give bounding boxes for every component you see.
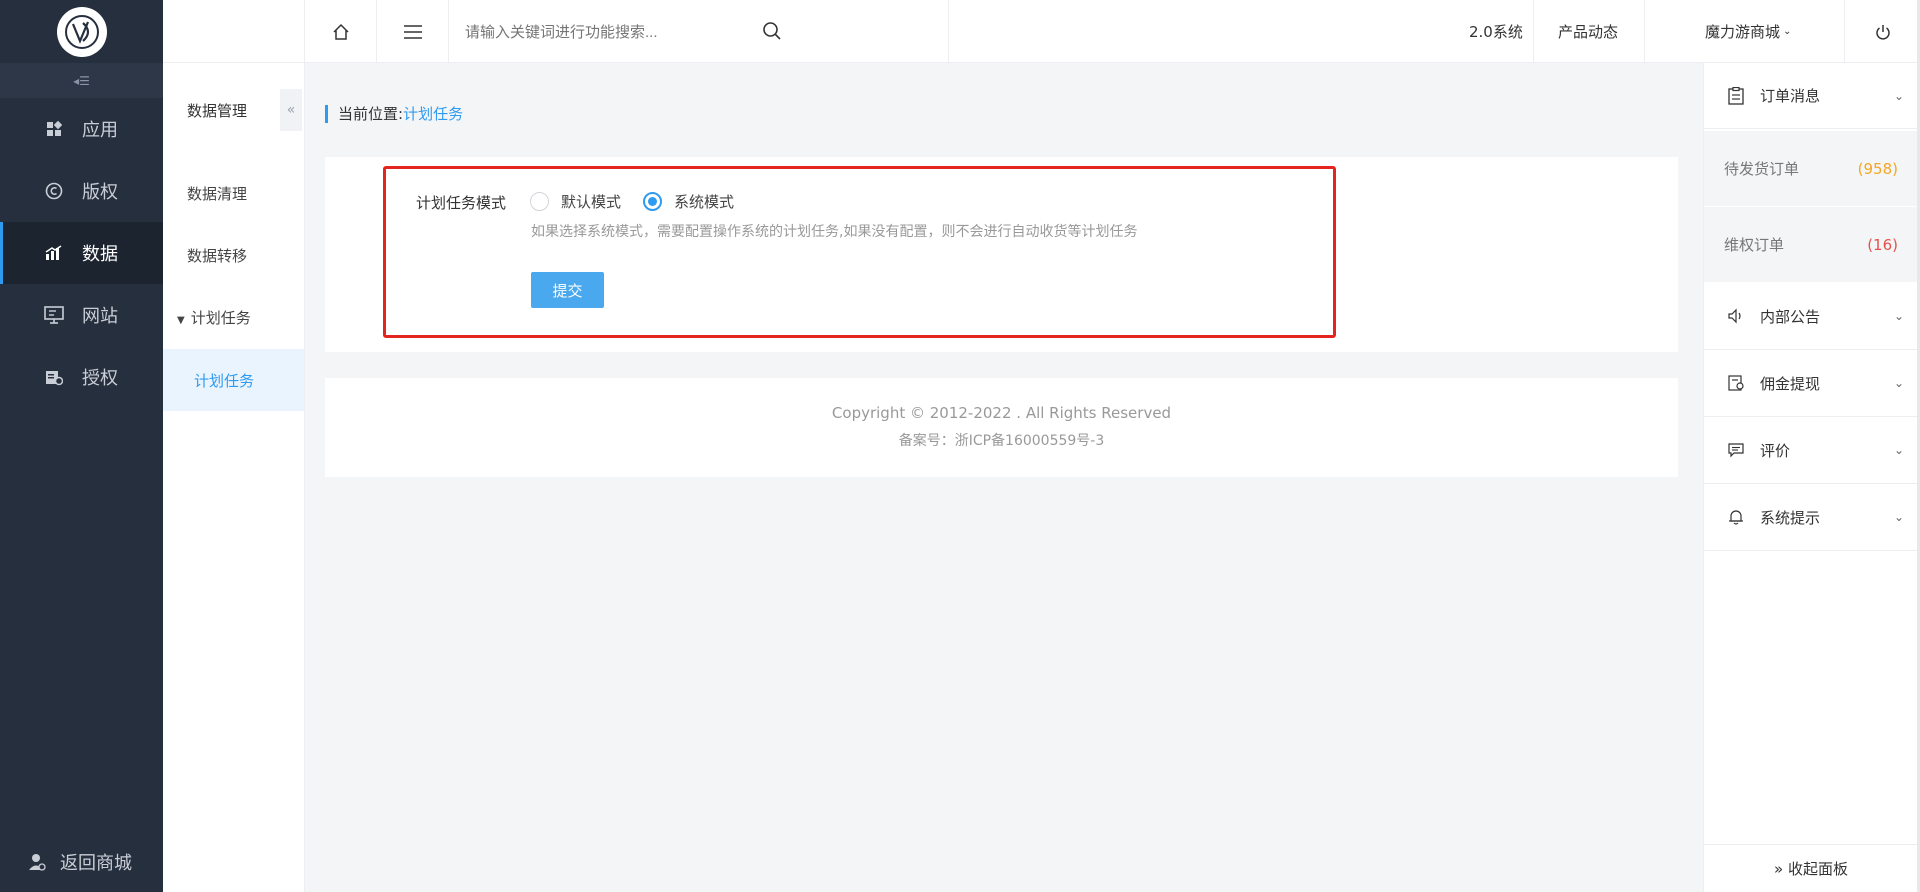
rights-protection-orders[interactable]: 维权订单 (16) [1704, 207, 1918, 283]
chart-icon [44, 243, 64, 263]
apps-icon [44, 119, 64, 139]
footer: Copyright © 2012-2022 . All Rights Reser… [325, 378, 1678, 477]
form-hint: 如果选择系统模式，需要配置操作系统的计划任务,如果没有配置，则不会进行自动收货等… [531, 224, 1138, 240]
panel-section-label: 佣金提现 [1760, 374, 1821, 393]
store-switcher[interactable]: 魔力游商城 ⌄ [1705, 0, 1791, 63]
comment-icon [1728, 442, 1744, 458]
chevron-down-icon: ⌄ [1893, 376, 1904, 390]
panel-section-label: 评价 [1760, 441, 1791, 460]
radio-label: 默认模式 [561, 193, 622, 211]
store-name: 魔力游商城 [1705, 23, 1781, 41]
chevron-down-icon: ⌄ [1893, 88, 1904, 103]
wallet-icon [1728, 375, 1744, 391]
caret-down-icon: ▼ [177, 315, 185, 326]
logo-area [0, 0, 163, 63]
hamburger-icon [403, 24, 422, 39]
collapse-panel-button[interactable]: » 收起面板 [1704, 844, 1918, 892]
radio-circle[interactable] [530, 192, 549, 211]
submenu-top [163, 0, 304, 63]
chevron-down-icon: ⌄ [1893, 510, 1904, 524]
sidebar-collapse-toggle[interactable]: ◂☰ [0, 63, 163, 98]
sidebar-item-apps[interactable]: 应用 [0, 98, 163, 160]
submenu-item-data-clean[interactable]: 数据清理 [187, 183, 247, 204]
collapse-icon: ◂☰ [73, 73, 90, 88]
main-sidebar: ◂☰ 应用 版权 数据 网站 授权 返回商城 [0, 0, 163, 892]
logout-button[interactable] [1845, 0, 1920, 63]
sub-sidebar: 数据管理 « 数据清理 数据转移 ▼ 计划任务 计划任务 [163, 0, 305, 892]
highlight-box [383, 166, 1336, 338]
right-panel: 订单消息 ⌄ 待发货订单 (958) 维权订单 (16) 内部公告 ⌄ 佣金提现… [1703, 63, 1918, 892]
version-link[interactable]: 2.0系统 [1469, 0, 1523, 63]
sidebar-item-data[interactable]: 数据 [0, 222, 163, 284]
panel-section-label: 系统提示 [1760, 508, 1821, 527]
sidebar-item-label: 版权 [82, 182, 118, 203]
panel-section-label: 订单消息 [1760, 87, 1821, 105]
sidebar-item-label: 网站 [82, 306, 118, 327]
sidebar-item-label: 应用 [82, 120, 118, 141]
monitor-icon [44, 305, 64, 325]
submenu-group-label: 计划任务 [190, 309, 251, 327]
panel-section-system-notice[interactable]: 系统提示 ⌄ [1704, 484, 1918, 551]
home-icon [332, 23, 349, 40]
sidebar-item-authorize[interactable]: 授权 [0, 346, 163, 408]
submenu-item-scheduled-task[interactable]: 计划任务 [163, 349, 304, 411]
submenu-collapse-button[interactable]: « [280, 89, 302, 131]
chevron-down-icon: ⌄ [1783, 26, 1792, 37]
order-item-label: 维权订单 [1724, 236, 1785, 254]
bell-icon [1728, 509, 1744, 525]
back-to-store-label: 返回商城 [60, 853, 132, 874]
submenu-title: 数据管理 [187, 102, 248, 120]
order-item-count: (958) [1857, 159, 1898, 178]
menu-button[interactable] [377, 0, 449, 63]
submenu-item-data-transfer[interactable]: 数据转移 [187, 245, 247, 266]
clipboard-icon [1728, 86, 1744, 105]
breadcrumb-bar [325, 104, 328, 123]
user-icon [28, 853, 46, 871]
double-chevron-left-icon: « [286, 102, 296, 118]
sidebar-item-label: 授权 [82, 368, 118, 389]
search-icon[interactable] [762, 21, 782, 45]
submenu-group-scheduled-task[interactable]: ▼ 计划任务 [177, 307, 251, 328]
breadcrumb: 当前位置: 计划任务 [325, 103, 463, 124]
sidebar-item-copyright[interactable]: 版权 [0, 160, 163, 222]
radio-default-mode[interactable]: 默认模式 [530, 191, 621, 212]
back-to-store-button[interactable]: 返回商城 [0, 832, 163, 892]
divider [1644, 0, 1645, 63]
copyright-text: Copyright © 2012-2022 . All Rights Reser… [831, 404, 1172, 422]
panel-section-commission[interactable]: 佣金提现 ⌄ [1704, 350, 1918, 417]
copyright-icon [44, 181, 64, 201]
radio-system-mode[interactable]: 系统模式 [643, 191, 734, 212]
chevron-down-icon: ⌄ [1893, 443, 1904, 457]
order-item-label: 待发货订单 [1724, 160, 1800, 178]
icp-text[interactable]: 备案号：浙ICP备16000559号-3 [325, 430, 1678, 450]
breadcrumb-prefix: 当前位置: [338, 105, 404, 123]
authorize-icon [44, 367, 64, 387]
panel-section-orders[interactable]: 订单消息 ⌄ [1704, 63, 1918, 129]
search-input[interactable] [465, 14, 865, 50]
order-item-count: (16) [1867, 235, 1898, 254]
speaker-icon [1728, 308, 1744, 324]
sidebar-item-label: 数据 [82, 244, 118, 265]
panel-section-announcement[interactable]: 内部公告 ⌄ [1704, 283, 1918, 350]
power-icon [1875, 24, 1890, 40]
submit-button[interactable]: 提交 [531, 272, 604, 308]
breadcrumb-current[interactable]: 计划任务 [403, 103, 463, 124]
panel-section-label: 内部公告 [1760, 307, 1821, 326]
top-bar: 2.0系统 产品动态 魔力游商城⌄ [305, 0, 1920, 63]
form-label-task-mode: 计划任务模式 [416, 194, 507, 212]
divider [1533, 0, 1534, 63]
radio-circle-selected[interactable] [643, 192, 662, 211]
panel-section-reviews[interactable]: 评价 ⌄ [1704, 417, 1918, 484]
product-news-link[interactable]: 产品动态 [1558, 0, 1618, 63]
pending-shipment-orders[interactable]: 待发货订单 (958) [1704, 131, 1918, 207]
sidebar-item-website[interactable]: 网站 [0, 284, 163, 346]
chevron-down-icon: ⌄ [1893, 309, 1904, 323]
home-button[interactable] [305, 0, 377, 63]
radio-label: 系统模式 [674, 193, 735, 211]
logo[interactable] [56, 6, 107, 57]
